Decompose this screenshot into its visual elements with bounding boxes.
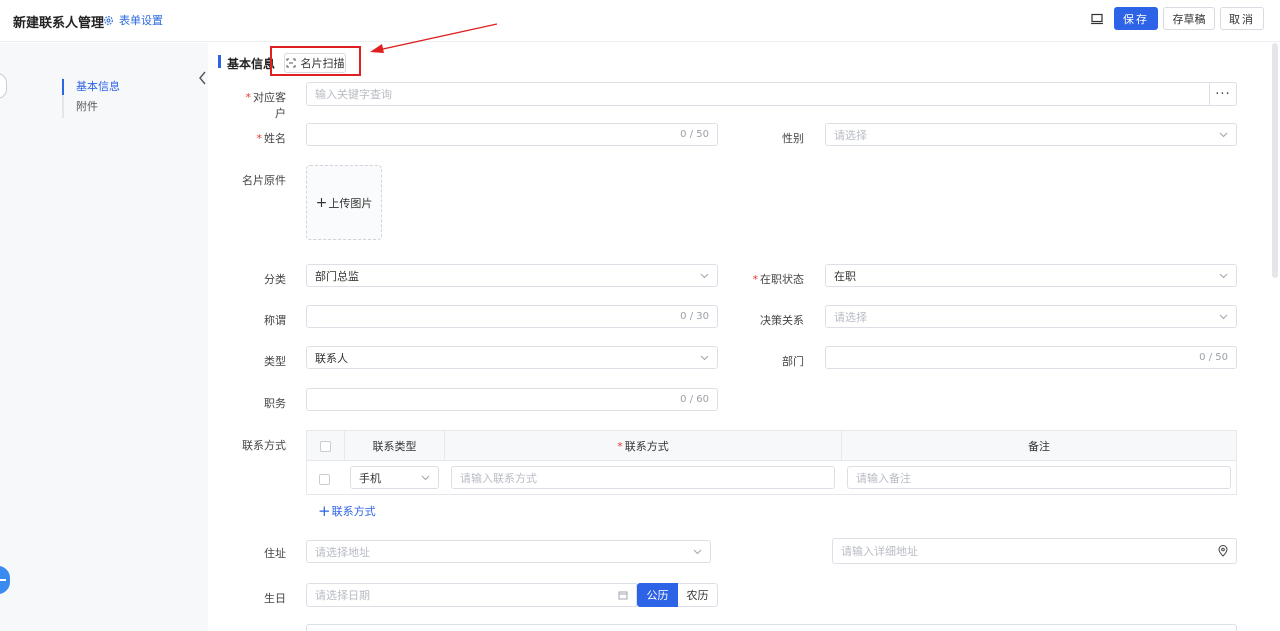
- customer-input[interactable]: 输入关键字查询: [306, 82, 1210, 106]
- chevron-down-icon: [700, 355, 709, 360]
- card-original-label: 名片原件: [242, 174, 286, 187]
- decision-label: 决策关系: [760, 314, 804, 327]
- position-input[interactable]: 0 / 60: [306, 388, 718, 411]
- category-label: 分类: [264, 273, 286, 286]
- section-marker: [218, 55, 221, 68]
- contact-type-select[interactable]: 手机: [350, 466, 439, 489]
- col-note: 备注: [1028, 440, 1050, 453]
- contact-table: 联系类型 * 联系方式 备注 手机 请输入联系方式 请输入备注: [306, 430, 1237, 495]
- card-scan-button[interactable]: 名片扫描: [284, 53, 346, 73]
- contact-note-input[interactable]: 请输入备注: [847, 466, 1231, 489]
- address-detail-input[interactable]: 请输入详细地址: [832, 538, 1237, 564]
- header: 新建联系人管理 表单设置 保存 存草稿 取消: [0, 0, 1280, 42]
- contact-label: 联系方式: [242, 439, 286, 452]
- name-input[interactable]: 0 / 50: [306, 123, 718, 146]
- salutation-input[interactable]: 0 / 30: [306, 305, 718, 328]
- monitor-icon[interactable]: [1090, 12, 1104, 26]
- nav-item-attachments[interactable]: 附件: [64, 98, 202, 118]
- chevron-down-icon: [700, 273, 709, 278]
- nav-item-basic-info[interactable]: 基本信息: [62, 78, 202, 98]
- chevron-down-icon: [421, 475, 430, 480]
- col-contact-method: * 联系方式: [445, 431, 842, 461]
- contact-method-input[interactable]: 请输入联系方式: [451, 466, 835, 489]
- department-input[interactable]: 0 / 50: [825, 346, 1237, 369]
- type-label: 类型: [264, 355, 286, 368]
- chevron-down-icon: [1219, 132, 1228, 137]
- select-all-checkbox[interactable]: [320, 440, 331, 452]
- chevron-down-icon: [1219, 314, 1228, 319]
- gender-select[interactable]: 请选择: [825, 123, 1237, 146]
- contact-table-header: 联系类型 * 联系方式 备注: [307, 431, 1236, 461]
- department-label: 部门: [782, 355, 804, 368]
- form-settings-link[interactable]: 表单设置: [103, 12, 163, 28]
- category-select[interactable]: 部门总监: [306, 264, 718, 287]
- card-scan-label: 名片扫描: [300, 57, 345, 70]
- salutation-label: 称谓: [264, 314, 286, 327]
- row-checkbox[interactable]: [319, 474, 330, 485]
- chevron-down-icon: [1219, 273, 1228, 278]
- address-select[interactable]: 请选择地址: [306, 540, 711, 563]
- birthday-date-input[interactable]: 请选择日期: [306, 583, 637, 607]
- customer-more-button[interactable]: ···: [1209, 82, 1237, 106]
- location-pin-icon[interactable]: [1218, 545, 1228, 557]
- section-nav: 基本信息 附件: [62, 78, 202, 118]
- left-panel: [0, 43, 208, 631]
- address-label: 住址: [264, 547, 286, 560]
- birthday-label: 生日: [264, 592, 286, 605]
- form-settings-label: 表单设置: [119, 14, 163, 27]
- col-contact-type: 联系类型: [345, 431, 445, 461]
- gear-icon: [104, 15, 113, 25]
- cancel-button[interactable]: 取消: [1220, 7, 1264, 30]
- chevron-left-icon[interactable]: [198, 70, 208, 86]
- lunar-calendar-toggle[interactable]: 农历: [678, 583, 718, 607]
- employment-label: * 在职状态: [752, 273, 805, 286]
- customer-label: * 对应客户: [245, 91, 287, 120]
- upload-image-button[interactable]: + 上传图片: [306, 165, 382, 240]
- gender-label: 性别: [782, 132, 804, 145]
- header-checkbox-cell: [307, 431, 345, 461]
- scrollbar[interactable]: [1272, 43, 1278, 278]
- save-draft-button[interactable]: 存草稿: [1163, 7, 1215, 30]
- next-field-input[interactable]: [306, 624, 1237, 631]
- page-title: 新建联系人管理: [13, 16, 105, 31]
- section-title: 基本信息: [227, 57, 276, 71]
- employment-select[interactable]: 在职: [825, 264, 1237, 287]
- chevron-down-icon: [693, 549, 702, 554]
- position-label: 职务: [264, 397, 286, 410]
- scan-icon: [286, 58, 295, 68]
- save-button[interactable]: 保存: [1114, 7, 1158, 30]
- add-contact-button[interactable]: + 联系方式: [318, 503, 376, 519]
- decision-select[interactable]: 请选择: [825, 305, 1237, 328]
- solar-calendar-toggle[interactable]: 公历: [637, 583, 678, 607]
- calendar-icon: [618, 591, 628, 600]
- type-select[interactable]: 联系人: [306, 346, 718, 369]
- plus-icon: +: [318, 502, 331, 520]
- plus-icon: +: [315, 194, 328, 211]
- name-label: * 姓名: [256, 132, 287, 145]
